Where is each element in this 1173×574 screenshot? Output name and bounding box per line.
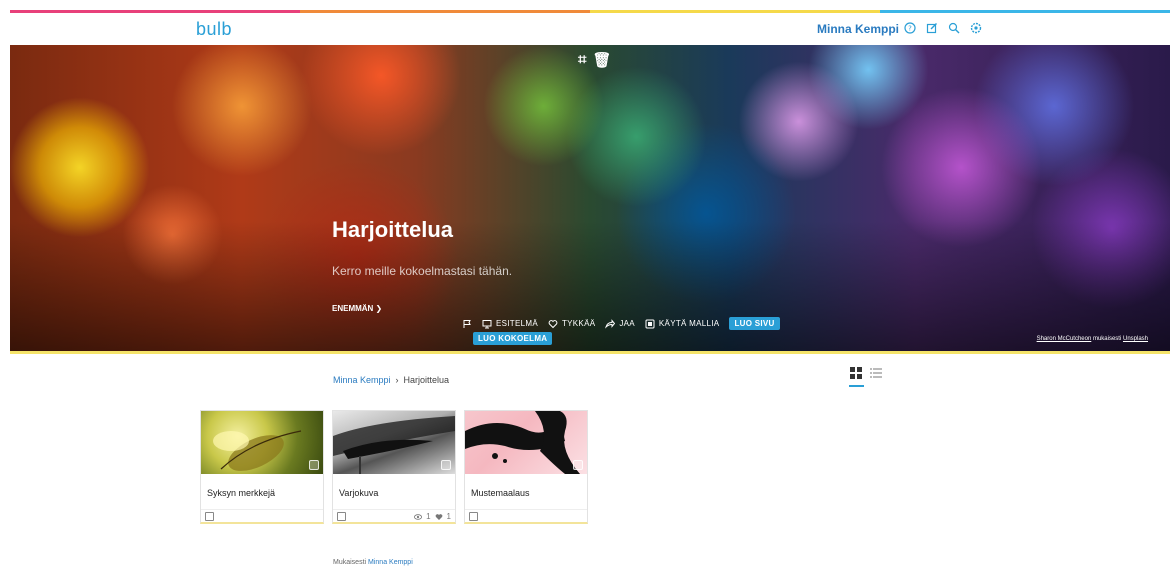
top-icons: ? (903, 21, 983, 35)
card-varjokuva[interactable]: Varjokuva 1 1 (332, 410, 456, 524)
present-button[interactable]: ESITELMÄ (482, 319, 538, 329)
view-toggle-indicator (849, 385, 864, 387)
card-thumbnail[interactable] (333, 411, 455, 474)
search-icon[interactable] (947, 21, 961, 35)
card-title[interactable]: Varjokuva (339, 488, 378, 498)
flag-button[interactable] (462, 319, 472, 329)
attribution: Mukaisesti Minna Kemppi (333, 559, 413, 566)
svg-text:?: ? (908, 25, 912, 33)
help-icon[interactable]: ? (903, 21, 917, 35)
share-button[interactable]: JAA (605, 318, 635, 329)
breadcrumb-owner[interactable]: Minna Kemppi (333, 375, 391, 385)
cover-divider (10, 351, 1170, 354)
trash-icon[interactable]: 🗑 (592, 51, 611, 69)
collection-title[interactable]: Harjoittelua (332, 217, 453, 243)
ink-painting-image (465, 411, 580, 474)
card-title[interactable]: Syksyn merkkejä (207, 488, 275, 498)
create-collection-button[interactable]: LUO KOKOELMA (473, 332, 553, 345)
leaf-image (213, 430, 302, 471)
page-type-icon (309, 460, 319, 470)
use-template-button[interactable]: KÄYTÄ MALLIA (645, 319, 720, 329)
crop-icon[interactable]: ⌗ (578, 51, 586, 69)
attribution-author-link[interactable]: Minna Kemppi (368, 559, 413, 566)
logo[interactable]: bulb (196, 19, 232, 40)
breadcrumb-current: Harjoittelua (403, 375, 450, 385)
card-title[interactable]: Mustemaalaus (471, 488, 530, 498)
shadow-image (333, 416, 455, 474)
card-stats: 1 1 (414, 512, 451, 521)
top-bar: bulb Minna Kemppi ? (10, 13, 1170, 45)
share-icon (605, 318, 616, 329)
page-icon (205, 512, 214, 521)
page-type-icon (441, 460, 451, 470)
card-syksyn-merkkeja[interactable]: Syksyn merkkejä (200, 410, 324, 524)
views-icon (414, 513, 423, 520)
template-icon (645, 319, 655, 328)
card-footer: 1 1 (333, 509, 455, 523)
collection-actions: ESITELMÄ TYKKÄÄ JAA KÄYTÄ MALLIA LUO SIV… (462, 317, 780, 330)
card-thumbnail[interactable] (465, 411, 587, 474)
grid-view-icon[interactable] (849, 366, 863, 380)
create-page-button[interactable]: LUO SIVU (729, 317, 780, 330)
card-footer (201, 509, 323, 523)
likes-icon (435, 513, 442, 520)
card-mustemaalaus[interactable]: Mustemaalaus (464, 410, 588, 524)
breadcrumb: Minna Kemppi › Harjoittelua (333, 375, 449, 385)
view-toggle (849, 366, 883, 380)
flag-icon (463, 319, 471, 328)
settings-icon[interactable] (969, 21, 983, 35)
views-count: 1 (426, 512, 431, 521)
collection-description[interactable]: Kerro meille kokoelmastasi tähän. (332, 264, 512, 278)
credit-author-link[interactable]: Sharon McCutcheon (1037, 336, 1092, 342)
page-icon (469, 512, 478, 521)
page-icon (337, 512, 346, 521)
cover-tools: ⌗ 🗑 (578, 51, 612, 69)
like-button[interactable]: TYKKÄÄ (548, 319, 595, 329)
edit-icon[interactable] (925, 21, 939, 35)
photo-credit: Sharon McCutcheon mukaisesti Unsplash (1036, 336, 1148, 342)
more-toggle[interactable]: ENEMMÄN ❯ (332, 304, 382, 313)
page-cards: Syksyn merkkejä Varjokuva 1 1 Mustemaala… (200, 410, 588, 524)
cover-image: ⌗ 🗑 Harjoittelua Kerro meille kokoelmast… (10, 45, 1170, 351)
likes-count: 1 (446, 512, 451, 521)
card-footer (465, 509, 587, 523)
user-name-link[interactable]: Minna Kemppi (817, 22, 899, 36)
credit-source-link[interactable]: Unsplash (1123, 336, 1148, 342)
breadcrumb-separator: › (395, 375, 399, 385)
monitor-icon (482, 319, 492, 328)
page-type-icon (573, 460, 583, 470)
card-thumbnail[interactable] (201, 411, 323, 474)
list-view-icon[interactable] (869, 366, 883, 380)
heart-icon (548, 319, 558, 328)
